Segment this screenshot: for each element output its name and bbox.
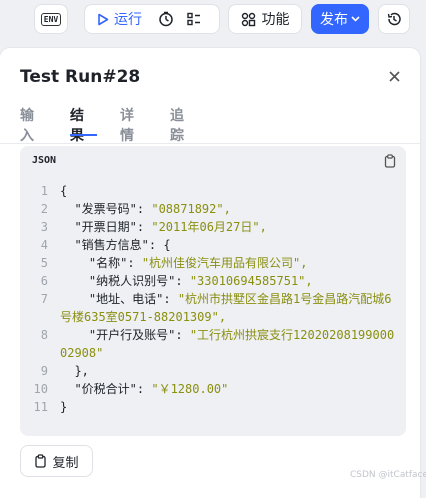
line-number: 7 — [40, 292, 48, 306]
code-line: 10 "价税合计": "￥1280.00" — [20, 380, 406, 398]
code-key: "纳税人识别号": — [60, 274, 190, 288]
line-number: 9 — [40, 364, 48, 378]
close-icon — [388, 70, 400, 82]
code-line: 11} — [20, 398, 406, 416]
publish-button[interactable]: 发布 — [311, 4, 369, 34]
code-key: "销售方信息": { — [60, 238, 171, 252]
clipboard-icon — [35, 454, 47, 468]
line-number: 11 — [33, 400, 48, 414]
tab-input[interactable]: 输入 — [20, 105, 34, 145]
code-line: 2 "发票号码": "08871892", — [20, 200, 406, 218]
variables-button[interactable] — [180, 5, 208, 33]
timer-icon — [159, 11, 173, 27]
history-icon — [387, 12, 401, 26]
active-tab-indicator — [70, 134, 97, 136]
line-number: 1 — [40, 184, 48, 198]
code-key: "发票号码": — [60, 202, 152, 216]
env-button[interactable]: ENV — [34, 4, 68, 34]
code-block: JSON 1{2 "发票号码": "08871892", 3 "开票日期": "2… — [20, 146, 406, 436]
panel-title: Test Run#28 — [20, 67, 141, 87]
line-number: 8 — [40, 328, 48, 342]
line-number: 10 — [33, 382, 48, 396]
code-line: 4 "销售方信息": { — [20, 236, 406, 254]
code-line: 9 }, — [20, 362, 406, 380]
line-number: 3 — [40, 220, 48, 234]
code-key: "名称": — [60, 256, 142, 270]
tab-divider — [0, 143, 420, 144]
run-group: 运行 — [84, 4, 220, 34]
list-icon — [187, 12, 200, 26]
tab-trace[interactable]: 追踪 — [170, 105, 184, 145]
env-icon: ENV — [40, 12, 62, 26]
code-line: 7 "地址、电话": "杭州市拱墅区金昌路1号金昌路汽配城6号楼635室0571… — [20, 290, 406, 326]
code-language: JSON — [32, 155, 57, 166]
test-run-panel: Test Run#28 输入 结果 详情 追踪 JSON 1{2 "发票号码":… — [0, 48, 420, 498]
code-value: "08871892", — [151, 202, 231, 216]
code-line: 3 "开票日期": "2011年06月27日", — [20, 218, 406, 236]
timer-button[interactable] — [152, 5, 180, 33]
code-content: 1{2 "发票号码": "08871892", 3 "开票日期": "2011年0… — [20, 182, 406, 416]
close-button[interactable] — [386, 68, 402, 84]
function-button[interactable]: 功能 — [228, 4, 302, 34]
apps-icon — [241, 12, 255, 26]
code-header: JSON — [20, 146, 406, 174]
run-label: 运行 — [114, 12, 142, 28]
code-value: "杭州佳俊汽车用品有限公司", — [141, 256, 308, 270]
clipboard-icon[interactable] — [383, 154, 397, 168]
run-button[interactable]: 运行 — [85, 5, 152, 33]
line-number: 5 — [40, 256, 48, 270]
code-key: "地址、电话": — [60, 292, 178, 306]
code-key: { — [60, 184, 68, 198]
chevron-down-icon — [351, 16, 360, 22]
code-line: 1{ — [20, 182, 406, 200]
copy-label: 复制 — [52, 455, 79, 471]
code-key: }, — [60, 364, 89, 378]
play-icon — [98, 13, 109, 25]
watermark: CSDN @itCatface — [350, 470, 426, 480]
copy-button[interactable]: 复制 — [20, 445, 93, 477]
code-key: "价税合计": — [60, 382, 152, 396]
history-button[interactable] — [378, 4, 410, 34]
publish-label: 发布 — [320, 12, 348, 28]
code-value: "33010694585751", — [189, 274, 313, 288]
code-line: 8 "开户行及账号": "工行杭州拱宸支行1202020819900002908… — [20, 326, 406, 362]
code-line: 5 "名称": "杭州佳俊汽车用品有限公司", — [20, 254, 406, 272]
code-key: "开票日期": — [60, 220, 152, 234]
code-value: "2011年06月27日", — [151, 220, 267, 234]
line-number: 2 — [40, 202, 48, 216]
tab-result[interactable]: 结果 — [70, 105, 84, 145]
top-toolbar: ENV 运行 功能 发布 — [0, 0, 426, 40]
function-label: 功能 — [261, 12, 290, 28]
code-line: 6 "纳税人识别号": "33010694585751", — [20, 272, 406, 290]
code-key: "开户行及账号": — [60, 328, 190, 342]
tab-details[interactable]: 详情 — [120, 105, 134, 145]
code-value: "￥1280.00" — [151, 382, 229, 396]
code-key: } — [60, 400, 68, 414]
line-number: 4 — [40, 238, 48, 252]
line-number: 6 — [40, 274, 48, 288]
